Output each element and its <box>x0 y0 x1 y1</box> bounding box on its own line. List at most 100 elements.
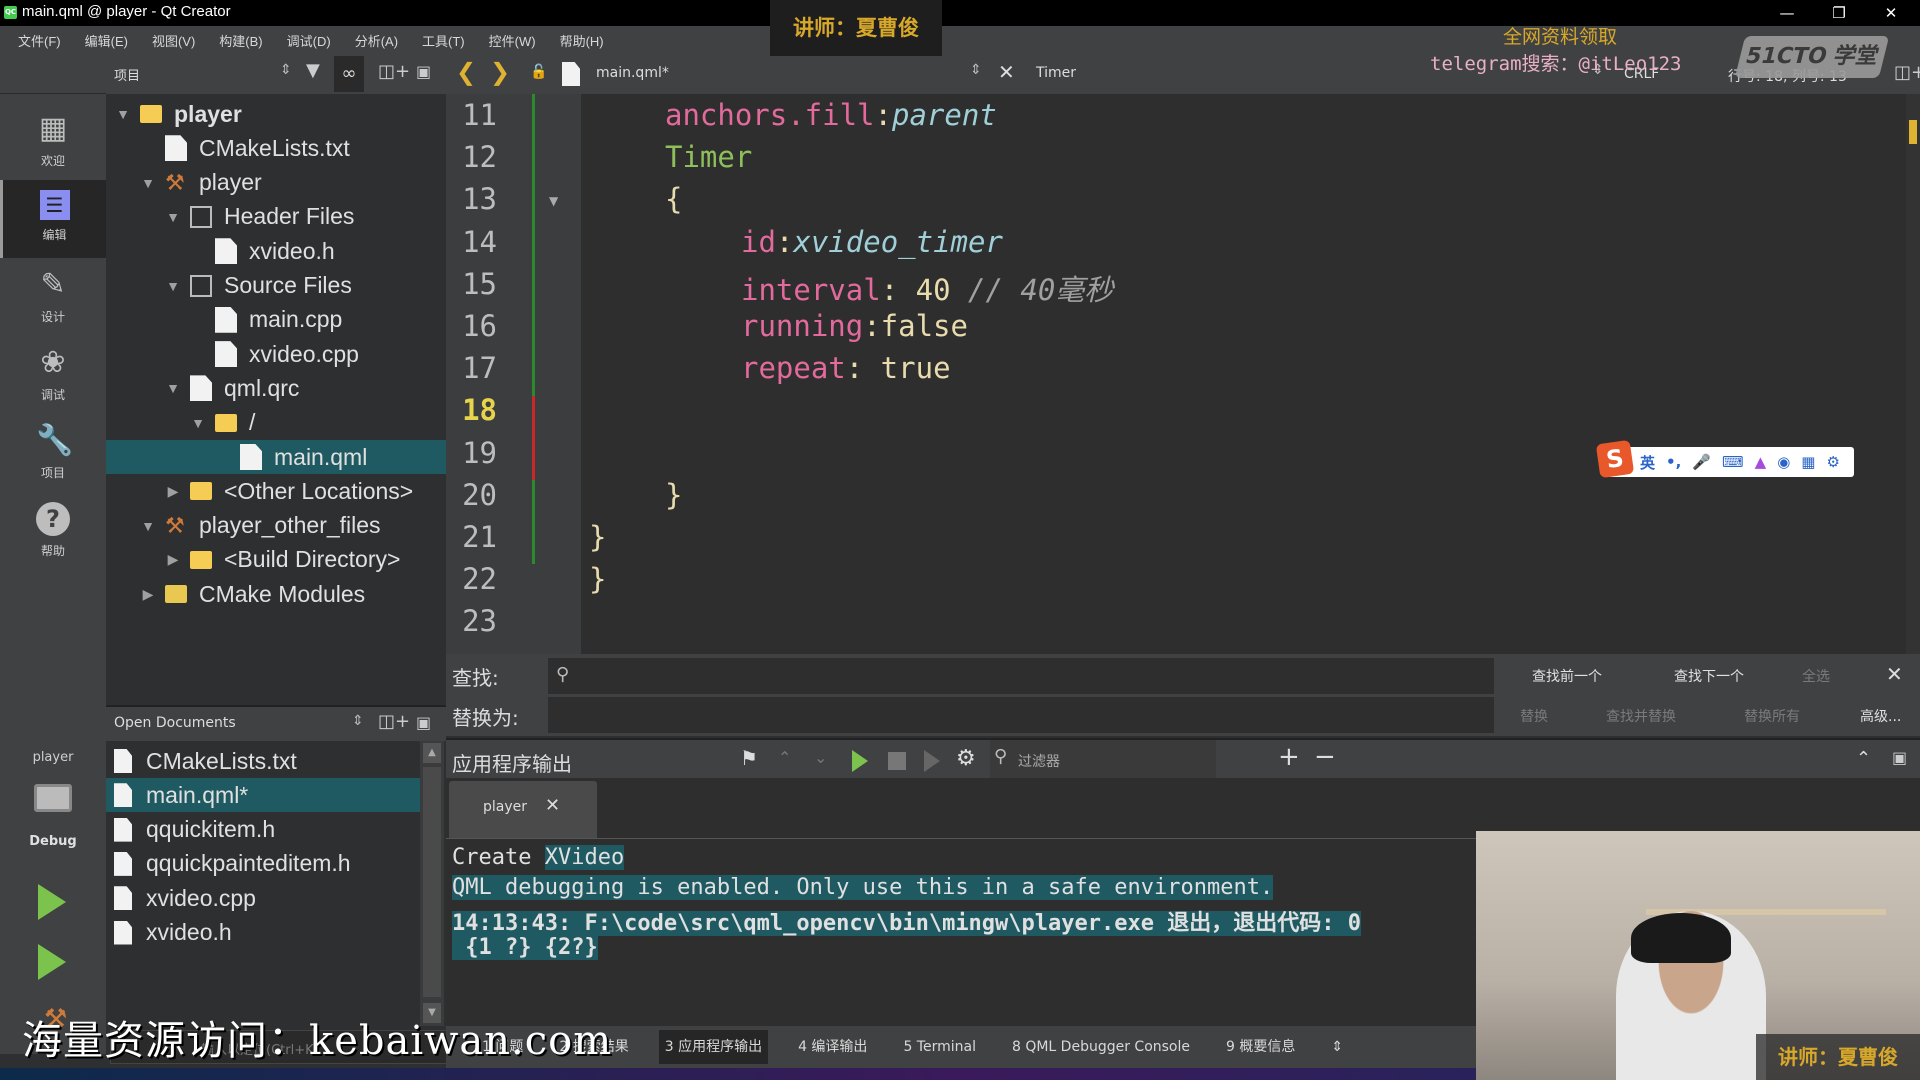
menu-tools[interactable]: 工具(T) <box>422 31 465 50</box>
minimize-icon[interactable]: — <box>1764 0 1810 26</box>
mode-edit[interactable]: ☰ 编辑 <box>0 180 106 258</box>
split-icon[interactable]: ◫+ <box>378 711 410 732</box>
game-icon[interactable]: ◉ <box>1777 453 1790 471</box>
close-document-icon[interactable]: ✕ <box>998 60 1015 84</box>
link-icon[interactable]: ∞ <box>334 56 364 92</box>
back-icon[interactable]: ❮ <box>456 58 476 86</box>
close-pane-icon[interactable]: ▣ <box>1892 748 1907 767</box>
lock-icon[interactable]: 🔓 <box>530 64 547 80</box>
close-tab-icon[interactable]: ✕ <box>545 795 560 816</box>
tree-item[interactable]: ▼ ⚒ player_other_files <box>106 509 446 543</box>
menu-controls[interactable]: 控件(W) <box>489 31 536 50</box>
tree-item[interactable]: ▼ qml.qrc <box>106 371 446 405</box>
expand-arrow-icon[interactable]: ▶ <box>166 483 180 500</box>
apps-icon[interactable]: ▦ <box>1801 453 1815 471</box>
menu-debug[interactable]: 调试(D) <box>287 31 331 50</box>
find-prev-button[interactable]: 查找前一个 <box>1532 666 1602 686</box>
tree-item[interactable]: ▼ Header Files <box>106 200 446 234</box>
menu-help[interactable]: 帮助(H) <box>560 31 604 50</box>
output-tab-player[interactable]: player ✕ <box>449 781 597 838</box>
collapse-arrow-icon[interactable]: ▼ <box>166 380 180 396</box>
output-pane-tab[interactable]: 9 概要信息 <box>1220 1030 1301 1064</box>
open-document-item[interactable]: xvideo.h <box>106 916 420 950</box>
file-selector-arrows-icon[interactable]: ⇕ <box>970 62 982 78</box>
output-pane-tab[interactable]: 8 QML Debugger Console <box>1006 1030 1196 1064</box>
tree-item[interactable]: ▼ Source Files <box>106 269 446 303</box>
tree-item[interactable]: xvideo.cpp <box>106 337 446 371</box>
tree-item[interactable]: ▼ player <box>106 97 446 131</box>
settings-icon[interactable]: ⚙ <box>1826 453 1839 471</box>
mode-welcome[interactable]: ▦ 欢迎 <box>0 102 106 180</box>
selector-arrows-icon[interactable]: ⇕ <box>352 713 364 729</box>
prev-icon[interactable]: ⌃ <box>778 748 791 767</box>
forward-icon[interactable]: ❯ <box>490 58 510 86</box>
mode-help[interactable]: ? 帮助 <box>0 492 106 570</box>
replace-input[interactable] <box>548 697 1494 733</box>
mode-debug[interactable]: ❀ 调试 <box>0 336 106 414</box>
find-replace-button[interactable]: 查找并替换 <box>1606 706 1676 726</box>
tree-item[interactable]: ▶ <Other Locations> <box>106 474 446 508</box>
open-document-item[interactable]: qquickitem.h <box>106 813 420 847</box>
find-next-button[interactable]: 查找下一个 <box>1674 666 1744 686</box>
next-icon[interactable]: ⌄ <box>814 748 827 767</box>
editor-scrollbar[interactable] <box>1906 94 1920 654</box>
tree-item[interactable]: ▶ <Build Directory> <box>106 543 446 577</box>
select-all-button[interactable]: 全选 <box>1802 666 1830 686</box>
close-find-icon[interactable]: ✕ <box>1886 662 1903 686</box>
output-pane-tab[interactable]: 4 编译输出 <box>792 1030 873 1064</box>
open-document-item[interactable]: qquickpainteditem.h <box>106 847 420 881</box>
close-icon[interactable]: ✕ <box>1868 0 1914 26</box>
menu-analyze[interactable]: 分析(A) <box>355 31 398 50</box>
zoom-out-icon[interactable]: − <box>1314 742 1336 772</box>
open-documents-scrollbar[interactable]: ▲ ▼ <box>420 741 444 1026</box>
current-file[interactable]: main.qml* <box>596 65 669 81</box>
tree-item[interactable]: ▼ / <box>106 406 446 440</box>
ime-mode[interactable]: 英 <box>1640 452 1655 473</box>
filter-icon[interactable]: ▼ <box>306 60 320 81</box>
maximize-pane-icon[interactable]: ⌃ <box>1856 748 1871 769</box>
attach-debugger-icon[interactable] <box>924 750 940 772</box>
open-document-item[interactable]: main.qml* <box>106 778 420 813</box>
split-icon[interactable]: ◫+ <box>1894 62 1920 83</box>
open-document-item[interactable]: CMakeLists.txt <box>106 744 420 778</box>
menu-build[interactable]: 构建(B) <box>219 31 262 50</box>
collapse-arrow-icon[interactable]: ▼ <box>166 278 180 294</box>
scroll-thumb[interactable] <box>423 767 441 997</box>
tree-item[interactable]: xvideo.h <box>106 234 446 268</box>
advanced-button[interactable]: 高级... <box>1860 706 1901 726</box>
zoom-in-icon[interactable]: + <box>1278 742 1300 772</box>
replace-all-button[interactable]: 替换所有 <box>1744 706 1800 726</box>
skin-icon[interactable]: ▲ <box>1755 453 1767 471</box>
debug-run-icon[interactable] <box>38 944 66 980</box>
mode-projects[interactable]: 🔧 项目 <box>0 414 106 492</box>
expand-arrow-icon[interactable]: ▶ <box>141 586 155 603</box>
filter-input[interactable]: ⚲ 过滤器 <box>990 740 1216 780</box>
mic-icon[interactable]: 🎤 <box>1692 453 1711 471</box>
clear-icon[interactable]: ⚑ <box>740 746 758 770</box>
replace-button[interactable]: 替换 <box>1520 706 1548 726</box>
run-icon[interactable] <box>38 884 66 920</box>
keyboard-icon[interactable]: ⌨ <box>1722 453 1744 471</box>
stop-icon[interactable] <box>888 752 906 770</box>
collapse-arrow-icon[interactable]: ▼ <box>116 106 130 122</box>
collapse-arrow-icon[interactable]: ▼ <box>191 415 205 431</box>
mode-design[interactable]: ✎ 设计 <box>0 258 106 336</box>
find-input[interactable]: ⚲ <box>548 658 1494 694</box>
tree-item[interactable]: main.cpp <box>106 303 446 337</box>
code-editor[interactable]: anchors.fill:parent Timer{id:xvideo_timer… <box>581 94 1906 654</box>
menu-view[interactable]: 视图(V) <box>152 31 195 50</box>
collapse-arrow-icon[interactable]: ▼ <box>141 518 155 534</box>
rerun-icon[interactable] <box>852 750 868 772</box>
menu-file[interactable]: 文件(F) <box>18 31 61 50</box>
tree-item[interactable]: ▼ ⚒ player <box>106 166 446 200</box>
tree-item[interactable]: CMakeLists.txt <box>106 131 446 165</box>
collapse-arrow-icon[interactable]: ▼ <box>166 209 180 225</box>
collapse-arrow-icon[interactable]: ▼ <box>141 175 155 191</box>
close-pane-icon[interactable]: ▣ <box>416 62 431 81</box>
expand-arrow-icon[interactable]: ▶ <box>166 551 180 568</box>
scroll-up-icon[interactable]: ▲ <box>423 743 441 763</box>
menu-edit[interactable]: 编辑(E) <box>85 31 128 50</box>
tree-item[interactable]: ▶ CMake Modules <box>106 577 446 611</box>
open-document-item[interactable]: xvideo.cpp <box>106 881 420 915</box>
selector-arrows-icon[interactable]: ⇕ <box>280 62 292 78</box>
